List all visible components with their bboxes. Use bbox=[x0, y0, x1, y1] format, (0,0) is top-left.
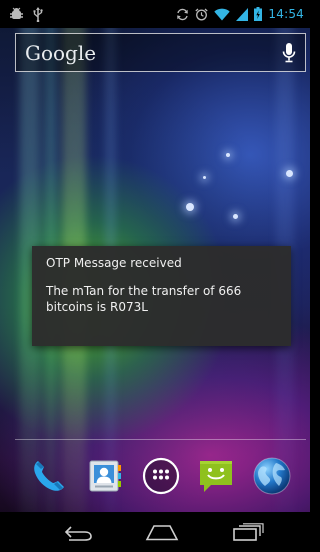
dock-phone-app[interactable] bbox=[27, 454, 71, 498]
phone-screen: 14:54 Google OTP Message received The mT… bbox=[0, 0, 310, 552]
dock-app-drawer[interactable] bbox=[139, 454, 183, 498]
app-drawer-icon bbox=[142, 457, 180, 495]
google-search-widget[interactable]: Google bbox=[15, 33, 306, 72]
wallpaper-sparkle bbox=[226, 153, 230, 157]
wallpaper-sparkle bbox=[186, 203, 194, 211]
wallpaper-sparkle bbox=[286, 170, 293, 177]
back-icon bbox=[64, 526, 92, 541]
home-button[interactable] bbox=[137, 519, 187, 545]
status-bar: 14:54 bbox=[0, 0, 310, 28]
alarm-icon bbox=[195, 8, 209, 20]
battery-icon bbox=[254, 7, 263, 21]
wifi-icon bbox=[214, 8, 231, 20]
home-icon bbox=[145, 525, 179, 541]
globe-icon bbox=[253, 457, 291, 495]
contacts-icon bbox=[89, 460, 121, 492]
phone-icon bbox=[34, 461, 64, 491]
dialog-title: OTP Message received bbox=[46, 256, 182, 270]
otp-message-dialog: OTP Message received The mTan for the tr… bbox=[32, 246, 291, 346]
messaging-icon bbox=[200, 461, 232, 492]
google-logo: Google bbox=[25, 41, 97, 65]
recent-apps-icon bbox=[233, 523, 264, 541]
dock-contacts-app[interactable] bbox=[82, 454, 126, 498]
dock-divider bbox=[15, 439, 306, 440]
wallpaper-sparkle bbox=[233, 214, 238, 219]
dock-messaging-app[interactable] bbox=[194, 454, 238, 498]
status-left-icons bbox=[10, 6, 43, 22]
sync-icon bbox=[177, 8, 189, 20]
usb-icon bbox=[33, 6, 43, 22]
wallpaper-sparkle bbox=[203, 176, 206, 179]
navigation-bar bbox=[0, 512, 310, 552]
microphone-icon[interactable] bbox=[282, 42, 296, 63]
app-dock bbox=[15, 446, 306, 508]
recent-apps-button[interactable] bbox=[223, 519, 273, 545]
status-right-icons: 14:54 bbox=[176, 6, 304, 22]
dialog-message: The mTan for the transfer of 666 bitcoin… bbox=[46, 284, 242, 314]
dock-browser-app[interactable] bbox=[250, 454, 294, 498]
android-debug-icon bbox=[10, 7, 23, 19]
signal-icon bbox=[236, 7, 249, 21]
status-time: 14:54 bbox=[268, 7, 304, 21]
back-button[interactable] bbox=[52, 519, 102, 545]
